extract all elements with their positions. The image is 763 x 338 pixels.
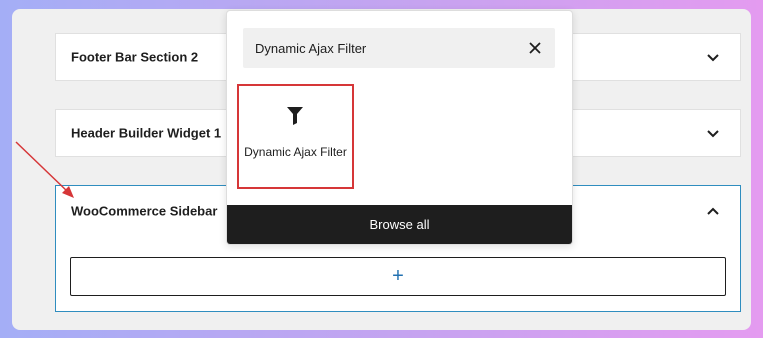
close-icon[interactable]	[527, 40, 543, 56]
browse-all-button[interactable]: Browse all	[227, 205, 572, 244]
panel-title: Header Builder Widget 1	[71, 125, 222, 141]
search-input[interactable]	[255, 28, 515, 68]
panel-title: WooCommerce Sidebar	[71, 203, 218, 219]
chevron-up-icon[interactable]	[706, 204, 720, 218]
chevron-down-icon[interactable]	[706, 126, 720, 140]
chevron-down-icon[interactable]	[706, 50, 720, 64]
plus-icon: +	[392, 265, 404, 287]
panel-title: Footer Bar Section 2	[71, 49, 199, 65]
add-block-button[interactable]: +	[70, 257, 726, 296]
block-result-item[interactable]: Dynamic Ajax Filter	[237, 84, 354, 189]
search-box	[243, 28, 555, 68]
block-inserter-popover: Dynamic Ajax Filter Browse all	[226, 10, 573, 245]
filter-icon	[287, 107, 303, 125]
block-result-label: Dynamic Ajax Filter	[244, 145, 347, 159]
